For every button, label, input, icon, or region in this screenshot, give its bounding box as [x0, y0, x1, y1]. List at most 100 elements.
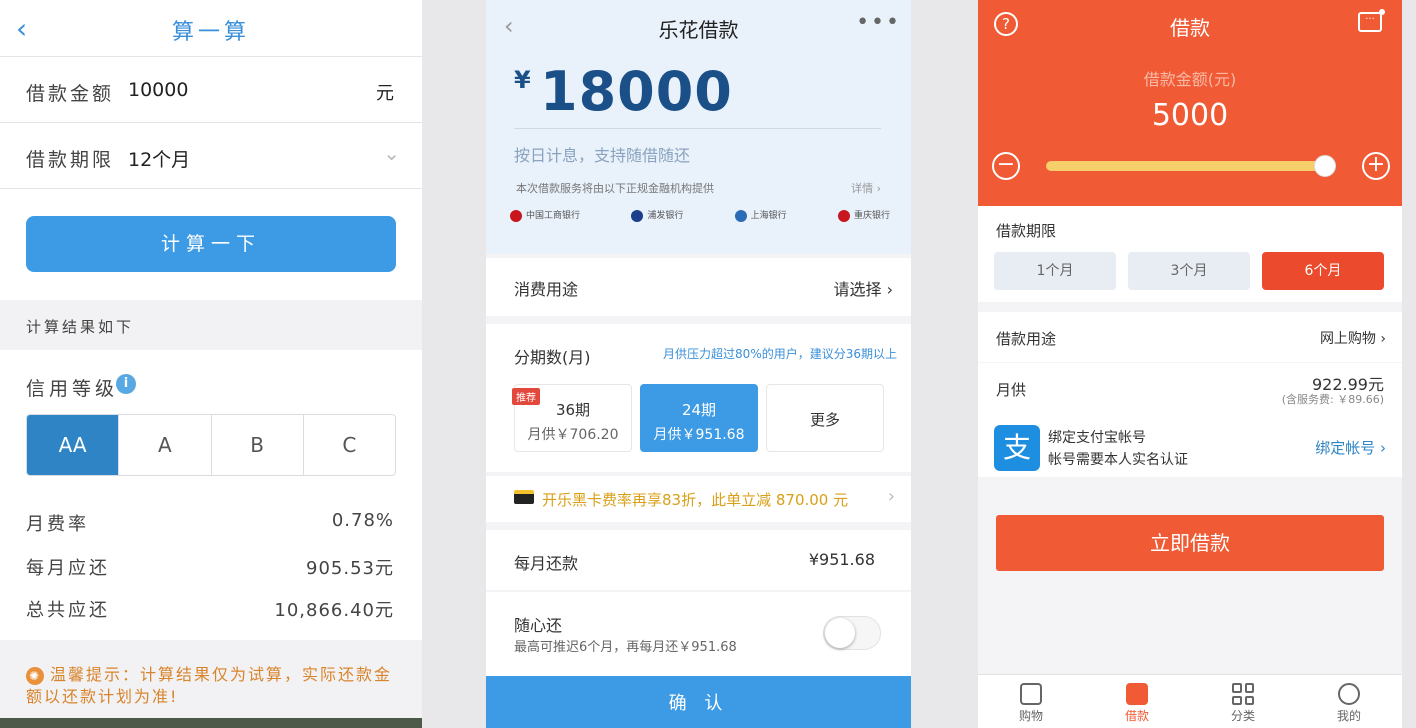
grade-option[interactable]: B [210, 415, 303, 475]
recommend-badge: 推荐 [512, 388, 540, 405]
loan-amount[interactable]: 18000 [540, 60, 733, 123]
card-icon [514, 490, 534, 504]
term-option-6[interactable]: 6个月 [1262, 252, 1384, 290]
chevron-down-icon[interactable]: ⌄ [383, 141, 400, 165]
flexible-repay-label: 随心还 [514, 616, 563, 635]
page-title: 算一算 [171, 20, 250, 45]
credit-grade-selector: AA A B C [26, 414, 396, 476]
amount-slider-thumb[interactable] [1314, 155, 1337, 177]
loan-term-label: 借款期限 [26, 149, 115, 171]
total-payment-value: 10,866.40元 [274, 600, 394, 621]
monthly-payment-row: 月供 922.99元 (含服务费: ￥89.66) [978, 363, 1402, 415]
total-payment-row: 总共应还 10,866.40元 [26, 596, 394, 622]
grade-option[interactable]: AA [27, 415, 119, 475]
monthly-payment-label: 月供 [996, 381, 1027, 399]
bank-logo: 上海银行 [734, 208, 787, 222]
purpose-select[interactable]: 请选择 › [834, 276, 894, 300]
tab-shopping[interactable]: 购物 [978, 675, 1084, 728]
installment-hint: 月供压力超过80%的用户，建议分36期以上 [663, 347, 897, 361]
loan-amount-unit: 元 [376, 83, 394, 104]
plus-icon[interactable]: + [1362, 152, 1390, 180]
monthly-rate-row: 月费率 0.78% [26, 510, 394, 536]
term-option-24[interactable]: 24期 月供￥951.68 [640, 384, 758, 452]
result-header-text: 计算结果如下 [26, 318, 135, 336]
bank-logo-icon [631, 209, 644, 222]
message-icon[interactable]: ··· [1358, 9, 1385, 32]
loan-amount: 5000 [1151, 98, 1229, 133]
term-label: 借款期限 [996, 222, 1057, 240]
promo-text: 开乐黑卡费率再享83折，此单立减 870.00 元 [542, 491, 849, 509]
tab-label: 购物 [1018, 709, 1043, 723]
loan-term-select[interactable]: 12个月 [128, 145, 190, 172]
tab-bar: 购物 借款 分类 我的 [978, 674, 1402, 728]
bank-logo-icon [734, 209, 747, 222]
loan-amount-row[interactable]: 借款金额 10000 元 [0, 56, 422, 122]
grid-icon [1232, 683, 1254, 705]
purpose-row[interactable]: 消费用途 请选择 › [486, 258, 911, 316]
tab-mine[interactable]: 我的 [1296, 675, 1402, 728]
tab-borrow[interactable]: 借款 [1084, 675, 1190, 728]
shopping-bag-icon [1020, 683, 1042, 705]
bank-logo: 浦发银行 [631, 208, 683, 222]
term-option-1[interactable]: 1个月 [994, 252, 1116, 290]
bank-name: 浦发银行 [647, 211, 684, 221]
lehua-loan-panel: ‹ 乐花借款 ••• ¥ 18000 按日计息，支持随借随还 本次借款服务将由以… [486, 0, 911, 728]
monthly-rate-value: 0.78% [331, 510, 394, 531]
warm-tip: ✺ 温馨提示：计算结果仅为试算，实际还款金额以还款计划为准! [26, 664, 396, 708]
bank-name: 上海银行 [750, 211, 787, 221]
term-option-more[interactable]: 更多 [766, 384, 884, 452]
term-monthly: 月供￥706.20 [527, 427, 619, 443]
loan-term-row[interactable]: 借款期限 12个月 ⌄ [0, 122, 422, 188]
tab-label: 借款 [1124, 709, 1149, 723]
bank-logo: 中国工商银行 [510, 208, 580, 222]
loan-amount-input[interactable]: 10000 [128, 79, 188, 101]
flexible-repay-toggle[interactable] [823, 616, 881, 650]
bank-name: 重庆银行 [853, 211, 890, 221]
purpose-row[interactable]: 借款用途 网上购物 › [978, 312, 1402, 362]
term-section: 借款期限 1个月 3个月 6个月 [978, 206, 1402, 302]
grade-option[interactable]: C [302, 415, 395, 475]
bank-logos: 中国工商银行 浦发银行 上海银行 重庆银行 [510, 208, 890, 222]
credit-section: 信用等级 i AA A B C 月费率 0.78% 每月应还 905.53元 总… [0, 350, 422, 640]
term-monthly: 月供￥951.68 [653, 427, 745, 443]
borrow-panel: ? 借款 ··· 借款金额(元) 5000 − + 借款期限 1个月 3个月 6… [978, 0, 1402, 728]
amount-slider-track[interactable] [1046, 161, 1334, 171]
loan-calculator-panel: ‹ 算一算 借款金额 10000 元 借款期限 12个月 ⌄ 计算一下 计算结果… [0, 0, 422, 728]
amount-header: ? 借款 ··· 借款金额(元) 5000 − + [978, 0, 1402, 206]
detail-link[interactable]: 详情 › [851, 180, 881, 196]
purpose-label: 借款用途 [996, 330, 1057, 348]
loan-amount-label: 借款金额 [26, 83, 115, 105]
tab-category[interactable]: 分类 [1190, 675, 1296, 728]
monthly-payment-value: 905.53元 [306, 558, 394, 579]
alipay-note: 帐号需要本人实名认证 [1048, 452, 1188, 468]
grade-option[interactable]: A [118, 415, 210, 475]
nav-bar: ‹ 算一算 [0, 0, 422, 56]
alipay-bind-row[interactable]: 支 绑定支付宝帐号 帐号需要本人实名认证 绑定帐号 › [978, 415, 1402, 477]
page-title: 借款 [1170, 16, 1210, 40]
promo-row[interactable]: 开乐黑卡费率再享83折，此单立减 870.00 元 › [486, 476, 911, 522]
info-icon[interactable]: i [116, 374, 136, 394]
alipay-title: 绑定支付宝帐号 [1048, 430, 1146, 446]
borrow-now-button[interactable]: 立即借款 [996, 515, 1384, 571]
purpose-label: 消费用途 [514, 280, 579, 299]
person-icon [1338, 683, 1360, 705]
chevron-right-icon[interactable]: › [888, 486, 895, 507]
result-header: 计算结果如下 [0, 300, 422, 350]
purpose-value[interactable]: 网上购物 › [1320, 328, 1386, 348]
interest-note: 按日计息，支持随借随还 [514, 146, 691, 165]
amount-label: 借款金额(元) [1143, 70, 1237, 89]
minus-icon[interactable]: − [992, 152, 1020, 180]
monthly-repayment-row: 每月还款 ¥951.68 [486, 530, 911, 590]
calculate-button[interactable]: 计算一下 [26, 216, 396, 272]
bank-name: 中国工商银行 [526, 211, 581, 221]
term-option-3[interactable]: 3个月 [1128, 252, 1250, 290]
service-fee-note: (含服务费: ￥89.66) [1281, 393, 1384, 406]
wallet-icon [1126, 683, 1148, 705]
confirm-button[interactable]: 确 认 [486, 676, 911, 728]
more-icon[interactable]: ••• [856, 10, 901, 35]
bind-account-link[interactable]: 绑定帐号 › [1315, 437, 1386, 458]
term-title: 更多 [809, 411, 840, 429]
total-payment-label: 总共应还 [26, 600, 110, 621]
currency-symbol: ¥ [514, 66, 531, 94]
sun-icon: ✺ [26, 666, 44, 685]
